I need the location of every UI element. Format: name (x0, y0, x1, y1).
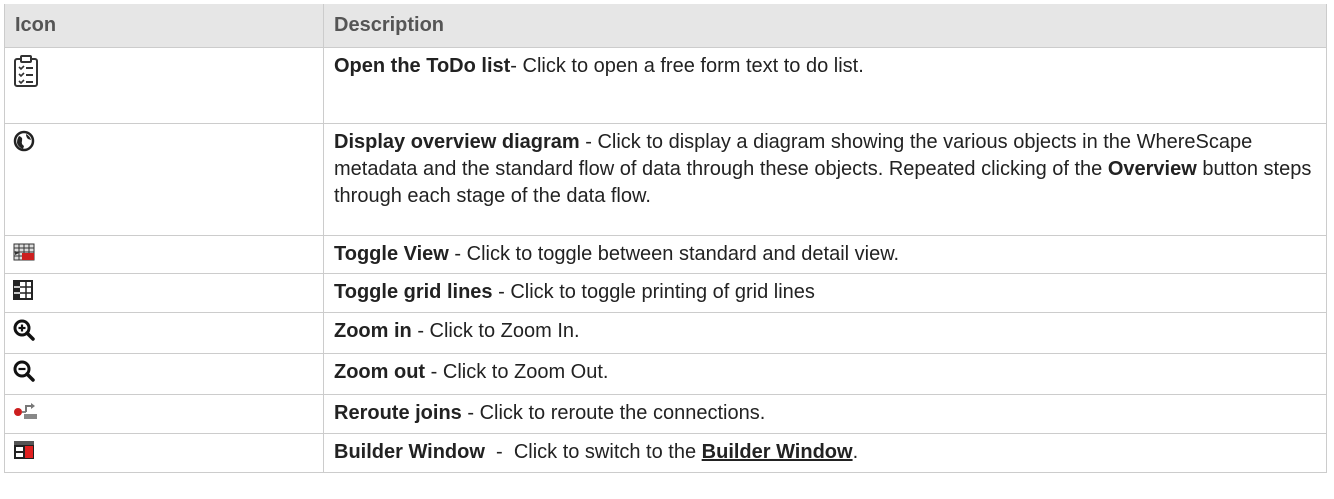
row-title: Reroute joins (334, 402, 462, 424)
row-text: Click to reroute the connections. (479, 402, 766, 424)
description-cell: Open the ToDo list- Click to open a free… (323, 47, 1327, 124)
description-cell: Toggle grid lines - Click to toggle prin… (323, 273, 1327, 313)
row-title: Toggle View (334, 243, 449, 265)
row-text: Click to open a free form text to do lis… (522, 55, 864, 77)
table-row: Open the ToDo list- Click to open a free… (4, 47, 1327, 124)
table-row: Zoom out - Click to Zoom Out. (4, 353, 1327, 395)
description-cell: Toggle View - Click to toggle between st… (323, 235, 1327, 274)
description-cell: Reroute joins - Click to reroute the con… (323, 394, 1327, 434)
row-title: Display overview diagram (334, 131, 580, 153)
grid-lines-icon (13, 280, 33, 308)
table-row: Display overview diagram - Click to disp… (4, 123, 1327, 236)
column-header-icon: Icon (4, 0, 324, 48)
zoom-in-icon (13, 319, 35, 349)
table-row: Reroute joins - Click to reroute the con… (4, 394, 1327, 434)
clipboard-list-icon (13, 54, 39, 96)
table-header-row: Icon Description (4, 0, 1327, 48)
row-text: Click to Zoom Out. (442, 361, 609, 383)
table-row: Zoom in - Click to Zoom In. (4, 312, 1327, 354)
builder-window-icon (13, 440, 35, 468)
row-title: Toggle grid lines (334, 281, 493, 303)
reroute-joins-icon (13, 401, 39, 429)
description-cell: Zoom in - Click to Zoom In. (323, 312, 1327, 354)
zoom-out-icon (13, 360, 35, 390)
toggle-view-icon (13, 242, 35, 269)
row-title: Open the ToDo list (334, 55, 511, 77)
column-header-description: Description (323, 0, 1327, 48)
row-text: Click to Zoom In. (429, 320, 580, 342)
row-text: Click to toggle printing of grid lines (510, 281, 815, 303)
table-row: Builder Window - Click to switch to the … (4, 433, 1327, 473)
description-cell: Display overview diagram - Click to disp… (323, 123, 1327, 236)
icon-description-table: Icon Description Open the ToDo list- Cli… (4, 0, 1327, 473)
description-cell: Builder Window - Click to switch to the … (323, 433, 1327, 473)
row-title: Zoom in (334, 320, 412, 342)
row-text: Click to toggle between standard and det… (466, 243, 900, 265)
globe-icon (13, 130, 35, 160)
row-text: Click to switch to the (513, 441, 702, 463)
row-title: Zoom out (334, 361, 426, 383)
table-row: Toggle grid lines - Click to toggle prin… (4, 273, 1327, 313)
table-row: Toggle View - Click to toggle between st… (4, 235, 1327, 274)
builder-window-link[interactable]: Builder Window (702, 441, 853, 463)
row-title: Builder Window (334, 441, 485, 463)
description-cell: Zoom out - Click to Zoom Out. (323, 353, 1327, 395)
